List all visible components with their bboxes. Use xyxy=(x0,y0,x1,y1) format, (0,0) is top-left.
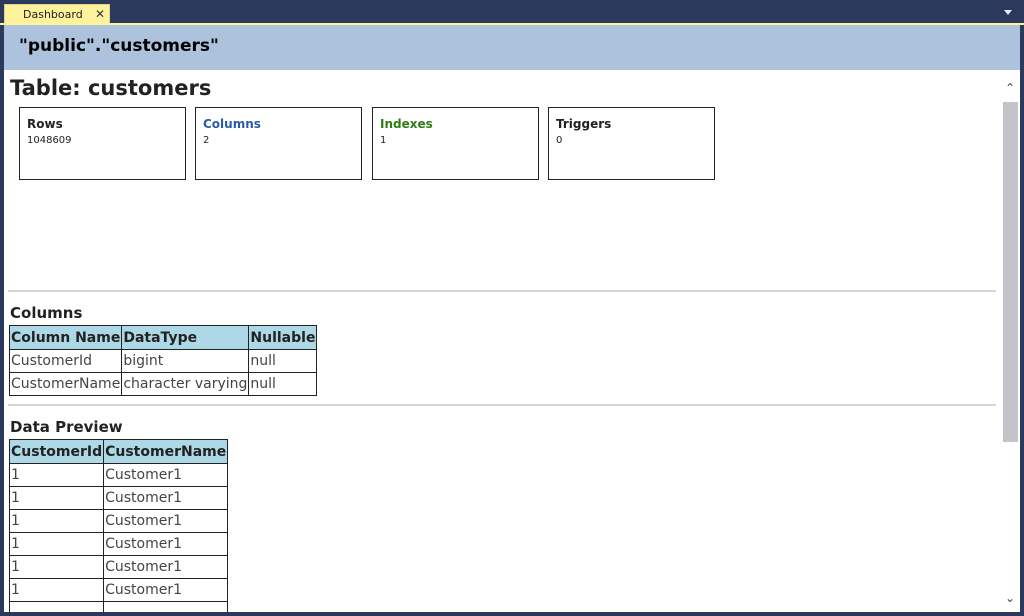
header-bar: "public"."customers" xyxy=(4,25,1020,70)
data-preview-table: CustomerId CustomerName 1 Customer1 1 Cu… xyxy=(8,439,229,612)
columns-card-value: 2 xyxy=(203,135,210,146)
rows-card-value: 1048609 xyxy=(27,135,72,146)
table-row: 1 Customer1 xyxy=(8,486,229,510)
table-cell: character varying xyxy=(121,372,250,396)
table-cell: bigint xyxy=(121,349,250,373)
table-cell: Customer1 xyxy=(103,555,229,579)
table-cell xyxy=(8,601,105,612)
table-row: 1 Customer1 xyxy=(8,578,229,602)
vertical-scrollbar[interactable]: ⌃ ⌄ xyxy=(1000,70,1020,612)
scrollbar-thumb[interactable] xyxy=(1003,102,1018,442)
table-row: CustomerId bigint null xyxy=(8,349,318,373)
columns-card: Columns 2 xyxy=(195,107,362,180)
column-header: Nullable xyxy=(248,325,318,350)
section-divider xyxy=(8,290,996,292)
table-row xyxy=(8,601,229,612)
table-row: 1 Customer1 xyxy=(8,463,229,487)
table-cell: null xyxy=(248,372,318,396)
dashboard-content[interactable]: Table: customers Rows 1048609 Columns 2 … xyxy=(4,70,1000,612)
table-cell: 1 xyxy=(8,509,105,533)
close-icon[interactable]: ✕ xyxy=(95,7,105,21)
column-header: Column Name xyxy=(8,325,123,350)
tab-dashboard[interactable]: Dashboard ✕ xyxy=(4,4,110,24)
table-cell: 1 xyxy=(8,532,105,556)
tab-label: Dashboard xyxy=(23,8,83,21)
indexes-card-title: Indexes xyxy=(380,117,433,131)
indexes-card: Indexes 1 xyxy=(372,107,539,180)
column-header: CustomerId xyxy=(8,439,105,464)
table-row: 1 Customer1 xyxy=(8,532,229,556)
rows-card-title: Rows xyxy=(27,117,63,131)
columns-card-title: Columns xyxy=(203,117,261,131)
column-header: DataType xyxy=(121,325,250,350)
triggers-card-title: Triggers xyxy=(556,117,612,131)
indexes-card-value: 1 xyxy=(380,135,387,146)
chevron-down-icon[interactable] xyxy=(1004,10,1012,15)
table-cell: CustomerId xyxy=(8,349,123,373)
table-cell: 1 xyxy=(8,578,105,602)
scroll-up-arrow-icon[interactable]: ⌃ xyxy=(1000,78,1020,98)
columns-section-title: Columns xyxy=(10,304,83,322)
table-row: 1 Customer1 xyxy=(8,555,229,579)
dashboard-window: "public"."customers" Table: customers Ro… xyxy=(4,25,1020,612)
table-cell: null xyxy=(248,349,318,373)
table-cell: Customer1 xyxy=(103,486,229,510)
scroll-down-arrow-icon[interactable]: ⌄ xyxy=(1000,588,1020,608)
header-title: "public"."customers" xyxy=(19,36,219,56)
table-row: CustomerName character varying null xyxy=(8,372,318,396)
triggers-card-value: 0 xyxy=(556,135,563,146)
table-cell: Customer1 xyxy=(103,578,229,602)
table-cell: Customer1 xyxy=(103,509,229,533)
preview-section-title: Data Preview xyxy=(10,418,123,436)
table-cell: 1 xyxy=(8,463,105,487)
table-cell: Customer1 xyxy=(103,463,229,487)
document-tab-bar: Dashboard ✕ xyxy=(0,0,1024,24)
columns-table: Column Name DataType Nullable CustomerId… xyxy=(8,325,318,396)
table-cell: Customer1 xyxy=(103,532,229,556)
table-row: 1 Customer1 xyxy=(8,509,229,533)
table-header-row: Column Name DataType Nullable xyxy=(8,325,318,350)
rows-card: Rows 1048609 xyxy=(19,107,186,180)
page-title: Table: customers xyxy=(10,76,212,100)
table-cell xyxy=(103,601,229,612)
triggers-card: Triggers 0 xyxy=(548,107,715,180)
table-cell: 1 xyxy=(8,555,105,579)
table-header-row: CustomerId CustomerName xyxy=(8,439,229,464)
section-divider xyxy=(8,404,996,406)
table-cell: CustomerName xyxy=(8,372,123,396)
column-header: CustomerName xyxy=(103,439,229,464)
table-cell: 1 xyxy=(8,486,105,510)
